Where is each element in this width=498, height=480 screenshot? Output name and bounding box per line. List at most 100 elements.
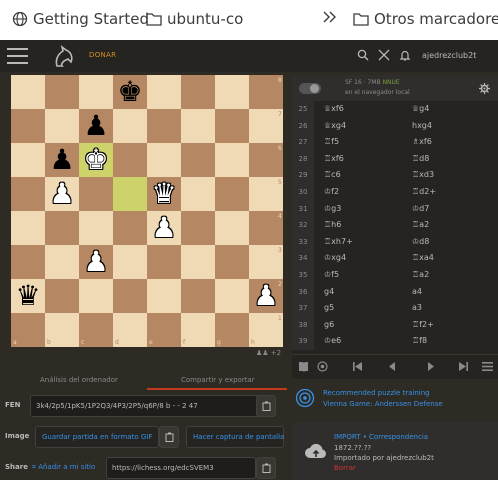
black-move[interactable]: ♔d8 — [412, 234, 429, 251]
white-move[interactable]: ♔e6 — [324, 333, 341, 350]
square-c5[interactable] — [79, 177, 113, 211]
white-move[interactable]: g5 — [324, 300, 334, 317]
puzzle-recommendation[interactable]: Recommended puzzle training Vienna Game:… — [292, 380, 498, 416]
square-e2[interactable] — [147, 279, 181, 313]
bookmark-ubuntu[interactable]: ubuntu-co — [146, 10, 243, 28]
square-c2[interactable] — [79, 279, 113, 313]
square-f7[interactable] — [181, 109, 215, 143]
white-piece-c3[interactable]: ♟ — [79, 245, 113, 279]
chess-board[interactable]: 8 7 6 5 4 3 2 1 a b c d e f g h ♚ ♟ ♟ ♚ ♟ ♛ ♟ ♟ ♛ ♟ — [11, 75, 283, 347]
gear-icon[interactable] — [479, 83, 490, 94]
square-e6[interactable] — [147, 143, 181, 177]
book-icon[interactable] — [298, 361, 309, 372]
square-e7[interactable] — [147, 109, 181, 143]
square-g4[interactable] — [215, 211, 249, 245]
black-move[interactable]: ♖a2 — [412, 267, 429, 284]
white-piece-c6[interactable]: ♚ — [79, 143, 113, 177]
square-f6[interactable] — [181, 143, 215, 177]
square-e3[interactable] — [147, 245, 181, 279]
previous-move-icon[interactable] — [387, 361, 398, 372]
black-move[interactable]: ♗xf6 — [412, 134, 432, 151]
white-move[interactable]: g6 — [324, 317, 334, 334]
tab-share-export[interactable]: Compartir y exportar — [181, 376, 255, 384]
square-a8[interactable] — [11, 75, 45, 109]
square-d6[interactable] — [113, 143, 147, 177]
square-e8[interactable] — [147, 75, 181, 109]
black-move[interactable]: ♖xa4 — [412, 250, 434, 267]
white-move[interactable]: ♖xf6 — [324, 151, 344, 168]
white-move[interactable]: ♖xh7+ — [324, 234, 353, 251]
swords-icon[interactable] — [378, 49, 390, 61]
square-g2[interactable] — [215, 279, 249, 313]
screenshot-button[interactable]: Hacer captura de pantalla — [186, 426, 284, 448]
black-move[interactable]: ♖a2 — [412, 217, 429, 234]
white-move[interactable]: ♖f5 — [324, 134, 339, 151]
black-piece-b6[interactable]: ♟ — [45, 143, 79, 177]
share-url-input[interactable]: https://lichess.org/edcSVEM3 — [106, 457, 256, 479]
engine-toggle[interactable] — [299, 83, 321, 94]
white-move[interactable]: ♔f2 — [324, 184, 339, 201]
black-move[interactable]: ♖f2+ — [412, 317, 434, 334]
square-d7[interactable] — [113, 109, 147, 143]
white-move[interactable]: g4 — [324, 284, 334, 301]
square-a5[interactable] — [11, 177, 45, 211]
tab-computer-analysis[interactable]: Análisis del ordenador — [40, 376, 118, 384]
square-f3[interactable] — [181, 245, 215, 279]
last-move-icon[interactable] — [458, 361, 469, 372]
donate-link[interactable]: DONAR — [89, 51, 116, 59]
copy-gif-button[interactable] — [159, 426, 179, 448]
square-f4[interactable] — [181, 211, 215, 245]
bookmark-other[interactable]: Otros marcadores — [353, 10, 498, 28]
square-d5[interactable] — [113, 177, 147, 211]
save-gif-button[interactable]: Guardar partida en formato GIF — [35, 426, 159, 448]
white-move[interactable]: ♔f5 — [324, 267, 339, 284]
black-move[interactable]: ♖d2+ — [412, 184, 436, 201]
bell-icon[interactable] — [399, 49, 411, 61]
black-move[interactable]: ♔d7 — [412, 201, 429, 218]
square-f1[interactable] — [181, 313, 215, 347]
square-g3[interactable] — [215, 245, 249, 279]
copy-url-button[interactable] — [256, 457, 276, 479]
square-g8[interactable] — [215, 75, 249, 109]
game-source[interactable]: IMPORT • Correspondencia — [334, 433, 428, 441]
square-b2[interactable] — [45, 279, 79, 313]
black-move[interactable]: hxg4 — [412, 118, 432, 135]
black-piece-a2[interactable]: ♛ — [11, 279, 45, 313]
square-d3[interactable] — [113, 245, 147, 279]
square-a3[interactable] — [11, 245, 45, 279]
white-piece-e5[interactable]: ♛ — [147, 177, 181, 211]
square-a4[interactable] — [11, 211, 45, 245]
black-move[interactable]: ♖f8 — [412, 333, 427, 350]
white-piece-b5[interactable]: ♟ — [45, 177, 79, 211]
hamburger-menu-icon[interactable] — [7, 48, 28, 64]
black-piece-d8[interactable]: ♚ — [113, 75, 147, 109]
first-move-icon[interactable] — [352, 361, 363, 372]
square-f2[interactable] — [181, 279, 215, 313]
square-c8[interactable] — [79, 75, 113, 109]
lichess-logo-icon[interactable] — [49, 42, 77, 70]
square-d4[interactable] — [113, 211, 147, 245]
white-move[interactable]: ♖c6 — [324, 167, 341, 184]
copy-fen-button[interactable] — [256, 395, 276, 417]
delete-link[interactable]: Borrar — [334, 464, 356, 472]
black-move[interactable]: ♕g4 — [412, 101, 429, 118]
square-a6[interactable] — [11, 143, 45, 177]
white-move[interactable]: ♕xf6 — [324, 101, 344, 118]
fen-input[interactable]: 3k4/2p5/1pK5/1P2Q3/4P3/2P5/q6P/8 b - - 2… — [30, 395, 260, 417]
white-move[interactable]: ♔g3 — [324, 201, 341, 218]
white-move[interactable]: ♖h6 — [324, 217, 341, 234]
square-f5[interactable] — [181, 177, 215, 211]
black-move[interactable]: a3 — [412, 300, 422, 317]
bookmarks-overflow-button[interactable] — [322, 10, 343, 24]
user-menu[interactable]: ajedrezclub2t — [422, 51, 476, 60]
square-d2[interactable] — [113, 279, 147, 313]
square-b3[interactable] — [45, 245, 79, 279]
square-c4[interactable] — [79, 211, 113, 245]
black-move[interactable]: ♖xd3 — [412, 167, 434, 184]
white-move[interactable]: ♔xg4 — [324, 250, 346, 267]
square-g5[interactable] — [215, 177, 249, 211]
menu-icon[interactable] — [482, 361, 493, 372]
square-g7[interactable] — [215, 109, 249, 143]
square-a7[interactable] — [11, 109, 45, 143]
black-move[interactable]: a4 — [412, 284, 422, 301]
